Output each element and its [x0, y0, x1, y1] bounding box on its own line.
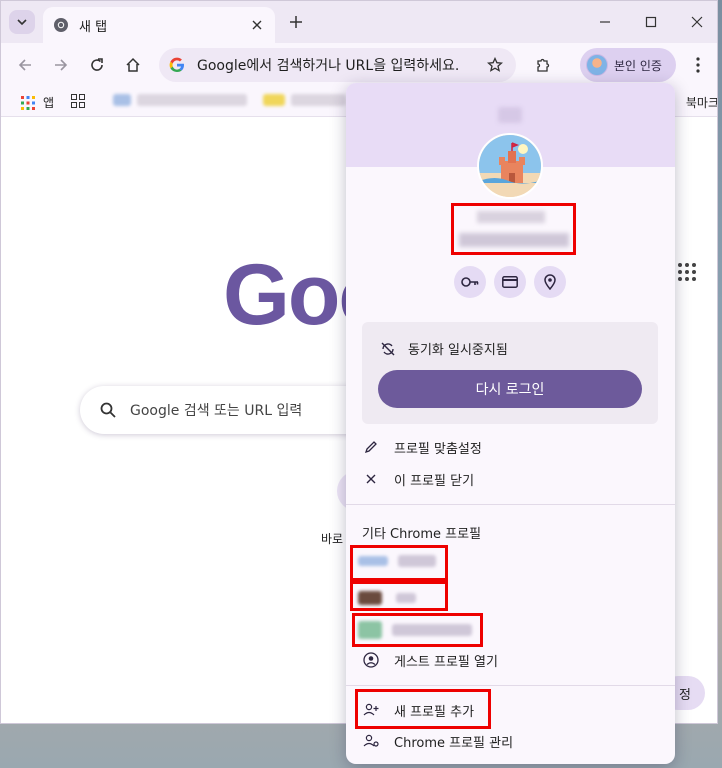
minimize-icon	[600, 21, 610, 23]
pencil-icon	[362, 438, 380, 456]
forward-arrow-icon	[55, 59, 68, 71]
location-pin-icon	[544, 274, 556, 290]
highlight-other-profile-3	[352, 613, 483, 647]
redacted-profile-name	[477, 211, 545, 223]
bookmark-apps[interactable]: 앱	[21, 94, 54, 111]
bookmark-favicon	[113, 94, 131, 106]
payment-methods-button[interactable]	[494, 266, 526, 298]
google-g-icon	[169, 57, 184, 72]
credit-card-icon	[502, 276, 518, 288]
plus-icon	[290, 16, 302, 28]
chrome-icon	[54, 18, 68, 32]
bookmark-apps-label: 앱	[43, 96, 55, 110]
puzzle-icon	[537, 58, 550, 72]
sync-status-card: 동기화 일시중지됨 다시 로그인	[362, 322, 658, 424]
grid-icon	[71, 94, 85, 108]
minimize-button[interactable]	[591, 9, 619, 35]
back-button[interactable]	[11, 51, 39, 79]
tab-search-button[interactable]	[9, 10, 35, 34]
maximize-button[interactable]	[637, 9, 665, 35]
maximize-icon	[645, 16, 657, 28]
guest-profile-label: 게스트 프로필 열기	[394, 654, 498, 670]
guest-profile-item[interactable]: 게스트 프로필 열기	[362, 649, 498, 671]
divider	[346, 685, 675, 686]
ntp-search-placeholder: Google 검색 또는 URL 입력	[130, 403, 303, 419]
new-tab-button[interactable]	[285, 11, 307, 33]
highlight-other-profile-2	[350, 581, 448, 611]
redacted-profile-email	[459, 233, 569, 247]
bookmark-label-redacted	[137, 94, 247, 106]
divider	[346, 504, 675, 505]
profile-avatar-large	[477, 133, 543, 199]
search-icon	[100, 402, 116, 418]
profile-avatar	[586, 54, 608, 76]
chrome-menu-button[interactable]	[684, 51, 712, 79]
profile-menu: 동기화 일시중지됨 다시 로그인 프로필 맞춤설정 이 프로필 닫기 기타 Ch…	[346, 83, 675, 764]
profile-button[interactable]: 본인 인증	[580, 48, 676, 82]
bookmark-star-icon[interactable]	[484, 54, 506, 76]
profile-button-label: 본인 인증	[614, 58, 662, 73]
all-bookmarks-label: 북마크	[685, 96, 718, 110]
tab-title: 새 탭	[79, 19, 108, 35]
reload-icon	[91, 58, 103, 71]
toolbar: Google에서 검색하거나 URL을 입력하세요. 본인 인증	[1, 43, 717, 87]
manage-people-icon	[362, 732, 380, 750]
bookmark-label-redacted	[291, 94, 346, 106]
address-bar[interactable]: Google에서 검색하거나 URL을 입력하세요.	[159, 48, 516, 82]
tab-new-tab[interactable]: 새 탭	[43, 7, 275, 43]
chevron-down-icon	[17, 19, 27, 26]
back-arrow-icon	[18, 59, 31, 71]
manage-profiles-label: Chrome 프로필 관리	[394, 735, 514, 751]
bookmark-item-redacted-1[interactable]	[113, 94, 247, 106]
reload-button[interactable]	[83, 51, 111, 79]
close-profile-item[interactable]: 이 프로필 닫기	[362, 468, 474, 490]
sync-paused-icon	[381, 342, 395, 355]
shortcut-label: 바로	[321, 532, 344, 546]
more-vertical-icon	[696, 57, 700, 73]
guest-account-icon	[362, 651, 380, 669]
ntp-search-box[interactable]: Google 검색 또는 URL 입력	[80, 386, 380, 434]
address-bar-text: Google에서 검색하거나 URL을 입력하세요.	[197, 58, 460, 74]
manage-profiles-item[interactable]: Chrome 프로필 관리	[362, 730, 513, 752]
close-window-button[interactable]	[683, 9, 711, 35]
tab-strip: 새 탭	[1, 1, 717, 43]
addresses-button[interactable]	[534, 266, 566, 298]
passwords-button[interactable]	[454, 266, 486, 298]
other-profiles-title: 기타 Chrome 프로필	[362, 527, 482, 542]
close-profile-label: 이 프로필 닫기	[394, 473, 475, 489]
all-bookmarks[interactable]: 북마크	[679, 94, 718, 111]
google-apps-icon[interactable]	[678, 263, 696, 281]
highlight-add-profile	[355, 689, 491, 729]
sync-status-row: 동기화 일시중지됨	[380, 339, 508, 358]
sign-in-again-button[interactable]: 다시 로그인	[378, 370, 642, 408]
close-tab-icon[interactable]	[249, 17, 265, 33]
tab-groups-button[interactable]	[71, 94, 85, 108]
home-button[interactable]	[119, 51, 147, 79]
key-icon	[461, 277, 479, 287]
home-icon	[126, 57, 140, 72]
extensions-button[interactable]	[529, 51, 557, 79]
sync-status-label: 동기화 일시중지됨	[408, 343, 508, 358]
customize-profile-label: 프로필 맞춤설정	[394, 441, 482, 457]
bookmark-item-redacted-2[interactable]	[263, 94, 346, 106]
close-icon	[362, 470, 380, 488]
apps-grid-icon	[21, 95, 35, 110]
redacted-header-text	[498, 107, 522, 123]
bookmark-favicon	[263, 94, 285, 106]
customize-profile-item[interactable]: 프로필 맞춤설정	[362, 436, 482, 458]
forward-button[interactable]	[47, 51, 75, 79]
close-icon	[691, 16, 703, 28]
highlight-other-profile-1	[350, 545, 448, 581]
